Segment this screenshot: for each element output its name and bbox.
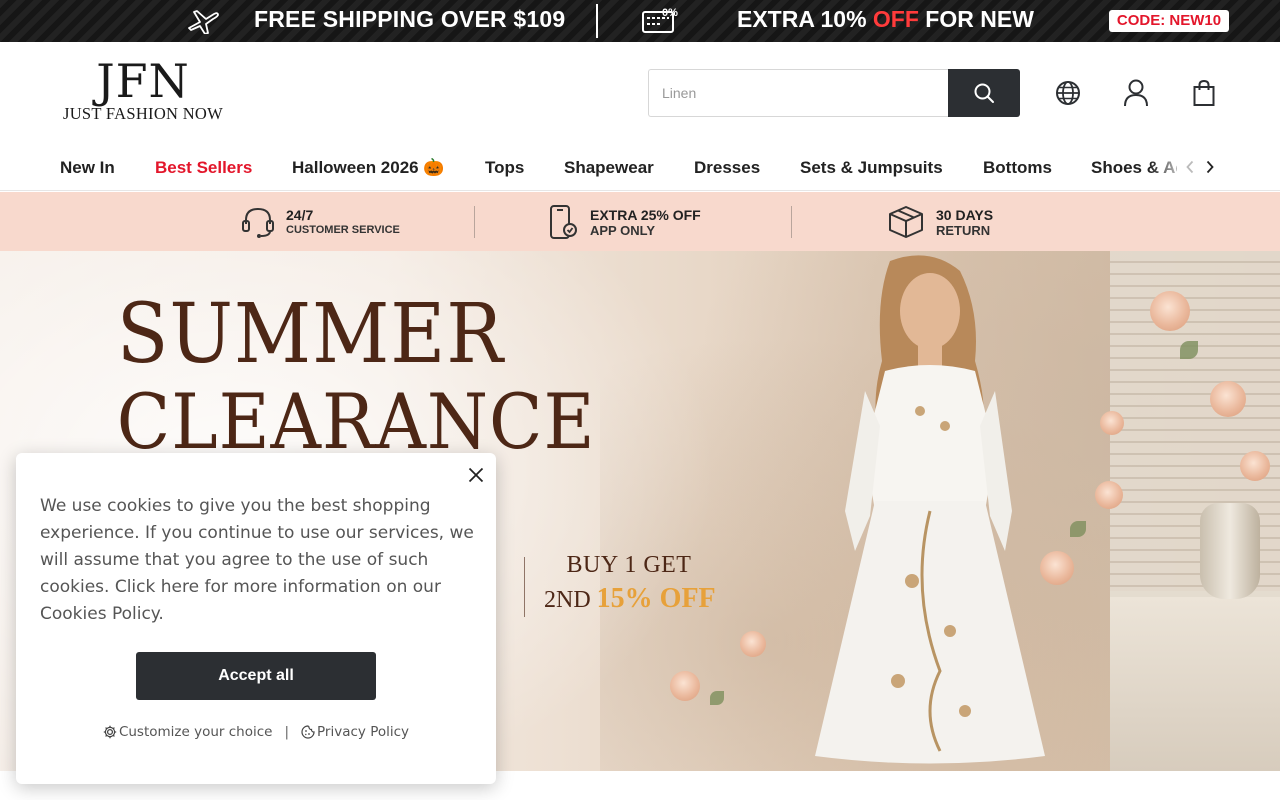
language-button[interactable] (1054, 79, 1082, 107)
nav-item-halloween[interactable]: Halloween 2026 🎃 (292, 158, 445, 178)
user-icon (1124, 79, 1148, 107)
privacy-policy-label: Privacy Policy (317, 724, 410, 740)
site-header: JFN JUST FASHION NOW Linen (0, 42, 1280, 142)
nav-item-shapewear[interactable]: Shapewear (564, 158, 654, 178)
accept-all-button[interactable]: Accept all (136, 652, 376, 700)
phone-icon (550, 205, 577, 239)
customize-choice-label: Customize your choice (118, 724, 273, 740)
promo-banner[interactable]: FREE SHIPPING OVER $109 0% EXTRA 10% OFF… (0, 0, 1280, 42)
cookie-consent-dialog: We use cookies to give you the best shop… (16, 453, 496, 784)
leaf-decoration (710, 691, 724, 705)
hero-line-1: SUMMER (116, 287, 504, 382)
airplane-icon (188, 10, 219, 34)
cookie-links: Customize your choice | Privacy Policy (16, 724, 496, 740)
service-text: 30 DAYS RETURN (936, 207, 993, 238)
nav-item-dresses[interactable]: Dresses (694, 158, 760, 178)
logo[interactable]: JFN JUST FASHION NOW (60, 56, 230, 124)
privacy-policy-link[interactable]: Privacy Policy (301, 724, 409, 740)
search-input[interactable]: Linen (648, 69, 948, 117)
hero-deal: BUY 1 GET 2ND 15% OFF (544, 551, 716, 620)
service-text: 24/7 CUSTOMER SERVICE (286, 207, 400, 238)
nav-next-button[interactable] (1203, 158, 1217, 176)
gear-icon (103, 725, 117, 739)
nav-item-new-in[interactable]: New In (60, 158, 115, 178)
service-customer-service[interactable]: 24/7 CUSTOMER SERVICE (240, 204, 400, 240)
leaf-decoration (1180, 341, 1198, 359)
free-shipping-text: FREE SHIPPING OVER $109 (254, 6, 566, 32)
rose-decoration (1240, 451, 1270, 481)
extra-for-new: FOR NEW (918, 6, 1034, 32)
service-app-offer[interactable]: EXTRA 25% OFF APP ONLY (544, 204, 701, 240)
nav-item-tops[interactable]: Tops (485, 158, 524, 178)
main-nav: New In Best Sellers Halloween 2026 🎃 Top… (0, 142, 1280, 191)
extra-text: EXTRA 10% (737, 6, 873, 32)
service-divider (474, 206, 475, 238)
account-button[interactable] (1122, 79, 1150, 107)
service-title: 24/7 (286, 206, 314, 223)
deal-percent: 15% OFF (596, 583, 716, 614)
service-subtitle: CUSTOMER SERVICE (286, 223, 400, 236)
new-customer-offer: EXTRA 10% OFF FOR NEW (737, 6, 1034, 33)
rose-decoration (1150, 291, 1190, 331)
nav-item-best-sellers[interactable]: Best Sellers (155, 158, 252, 178)
rose-decoration (670, 671, 700, 701)
leaf-decoration (1070, 521, 1086, 537)
deal-top-line: BUY 1 GET (566, 552, 692, 578)
links-separator: | (284, 724, 290, 740)
cookie-close-button[interactable] (464, 463, 488, 487)
model-figure (815, 255, 1045, 764)
cart-button[interactable] (1190, 79, 1218, 107)
percent-badge: 0% (662, 7, 678, 19)
globe-icon (1056, 81, 1080, 105)
logo-mark: JFN (96, 54, 190, 108)
nav-item-sets-jumpsuits[interactable]: Sets & Jumpsuits (800, 158, 943, 178)
bag-icon (1193, 79, 1215, 106)
service-title: 30 DAYS (936, 206, 994, 223)
rose-decoration (740, 631, 766, 657)
promo-code-badge: CODE: NEW10 (1109, 10, 1229, 32)
nav-item-bottoms[interactable]: Bottoms (983, 158, 1052, 178)
service-text: EXTRA 25% OFF APP ONLY (590, 207, 701, 238)
hero-vase (1200, 503, 1260, 599)
cookie-icon (301, 725, 315, 739)
extra-off-text: OFF (872, 6, 919, 32)
service-title: EXTRA 25% OFF (590, 206, 701, 223)
cookie-message[interactable]: We use cookies to give you the best shop… (40, 493, 480, 628)
search-icon (974, 83, 994, 103)
service-returns[interactable]: 30 DAYS RETURN (886, 204, 993, 240)
rose-decoration (1095, 481, 1123, 509)
headset-icon (242, 207, 274, 238)
chevron-right-icon (1206, 160, 1214, 174)
rose-decoration (1210, 381, 1246, 417)
rose-decoration (1100, 411, 1124, 435)
deal-divider (524, 557, 525, 617)
customize-choice-link[interactable]: Customize your choice (103, 724, 273, 740)
logo-text: JUST FASHION NOW (62, 104, 224, 123)
service-subtitle: RETURN (936, 222, 991, 238)
hero-headline: SUMMER CLEARANCE (100, 287, 595, 465)
search-button[interactable] (948, 69, 1020, 117)
deal-second-text: 2ND (544, 587, 597, 613)
box-icon (889, 206, 923, 238)
service-subtitle: APP ONLY (590, 222, 656, 238)
chevron-left-icon (1186, 160, 1194, 174)
promo-divider (596, 4, 598, 38)
discount-card-icon: 0% (642, 7, 678, 33)
deal-bottom-line: 2ND 15% OFF (544, 579, 716, 620)
hero-table (1110, 591, 1280, 771)
close-icon (468, 467, 484, 483)
service-strip: 24/7 CUSTOMER SERVICE EXTRA 25% OFF APP … (0, 192, 1280, 251)
nav-prev-button[interactable] (1183, 158, 1197, 176)
page: FREE SHIPPING OVER $109 0% EXTRA 10% OFF… (0, 0, 1280, 800)
service-divider (791, 206, 792, 238)
